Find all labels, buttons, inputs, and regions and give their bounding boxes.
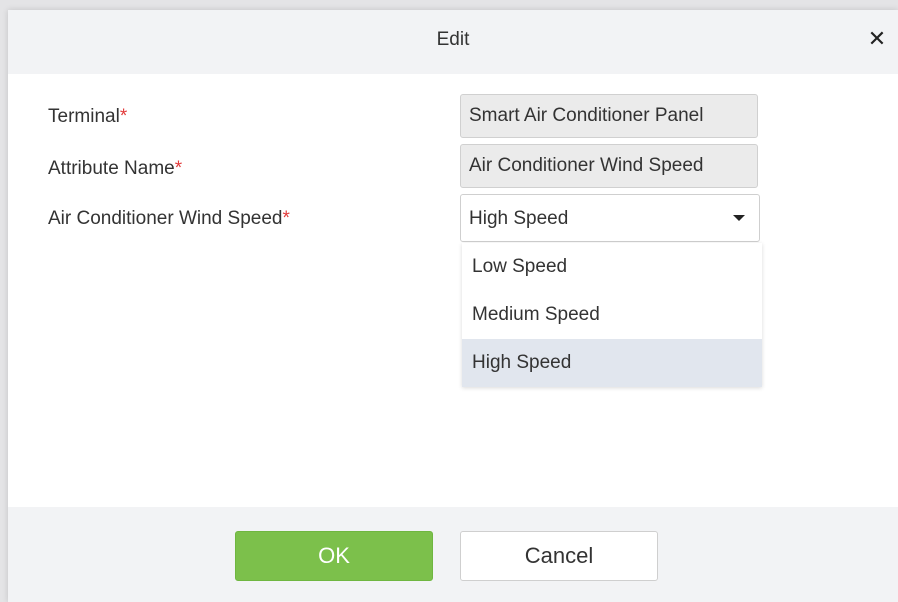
wind-speed-select[interactable]: High Speed <box>460 194 760 242</box>
terminal-field[interactable]: Smart Air Conditioner Panel <box>460 94 758 138</box>
option-high-speed[interactable]: High Speed <box>462 339 762 387</box>
wind-speed-dropdown: Low Speed Medium Speed High Speed <box>462 243 762 387</box>
required-mark: * <box>174 158 183 179</box>
dialog-title: Edit <box>436 29 470 50</box>
dialog-footer: OK Cancel <box>8 507 898 602</box>
edit-dialog: Edit ✕ Terminal* Smart Air Conditioner P… <box>8 10 898 602</box>
ok-button[interactable]: OK <box>235 531 433 581</box>
caret-down-icon[interactable] <box>733 215 745 221</box>
terminal-label-text: Terminal <box>48 106 120 127</box>
attribute-name-label: Attribute Name* <box>48 158 182 180</box>
close-icon[interactable]: ✕ <box>864 26 890 52</box>
wind-speed-selected-value: High Speed <box>469 208 569 229</box>
wind-speed-label: Air Conditioner Wind Speed* <box>48 208 290 230</box>
option-medium-speed[interactable]: Medium Speed <box>462 291 762 339</box>
cancel-button[interactable]: Cancel <box>460 531 658 581</box>
attribute-name-label-text: Attribute Name <box>48 158 175 179</box>
option-low-speed[interactable]: Low Speed <box>462 243 762 291</box>
terminal-label: Terminal* <box>48 106 127 128</box>
dialog-header: Edit ✕ <box>8 10 898 74</box>
attribute-name-field[interactable]: Air Conditioner Wind Speed <box>460 144 758 188</box>
wind-speed-label-text: Air Conditioner Wind Speed <box>48 208 283 229</box>
required-mark: * <box>119 106 128 127</box>
required-mark: * <box>282 208 290 229</box>
